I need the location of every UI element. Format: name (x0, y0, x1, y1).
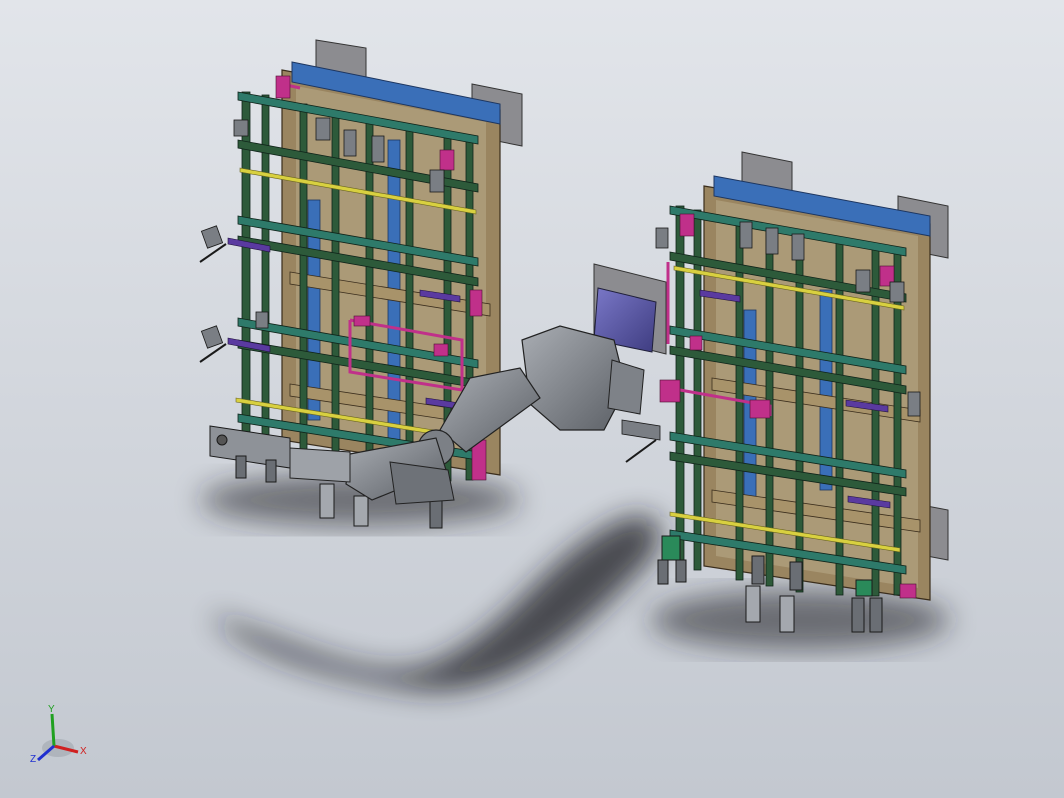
y-axis-label: Y (48, 704, 55, 715)
view-orientation-triad[interactable]: X Y Z (30, 704, 87, 765)
gripper-handle (625, 439, 657, 463)
y-axis-arrow (50, 713, 56, 747)
gripper (621, 419, 661, 441)
cad-scene[interactable]: X Y Z (0, 0, 1064, 798)
robot-cylinder (289, 447, 351, 483)
z-axis-label: Z (30, 754, 36, 765)
robot-wrist-housing (607, 359, 645, 415)
right-welding-fixture[interactable] (655, 151, 949, 633)
x-axis-label: X (80, 746, 87, 757)
cad-viewport[interactable]: X Y Z (0, 0, 1064, 798)
